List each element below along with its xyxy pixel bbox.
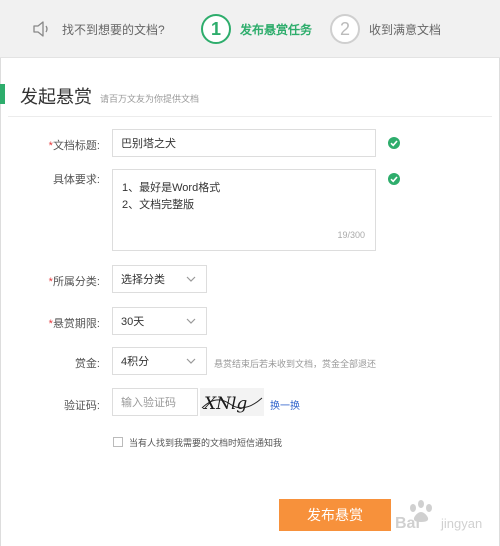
char-counter: 19/300 [337,230,365,240]
period-select[interactable]: 30天 [112,307,207,335]
chevron-down-icon [186,318,196,324]
refresh-captcha-link[interactable]: 换一换 [270,397,300,412]
step-1: 1 发布悬赏任务 [201,0,312,58]
doc-title-label: *文档标题: [48,140,100,152]
step-help[interactable]: 找不到想要的文档? [32,0,165,58]
notify-checkbox[interactable] [113,437,123,447]
step-help-label: 找不到想要的文档? [62,22,165,37]
reward-select[interactable]: 4积分 [112,347,207,375]
doc-title-input[interactable]: 巴别塔之犬 [112,129,376,157]
category-label: *所属分类: [48,276,100,288]
step-2: 2 收到满意文档 [330,0,441,58]
speaker-icon [33,21,48,37]
captcha-image[interactable]: XNlg [200,388,264,416]
reward-hint: 悬赏结束后若未收到文档，赏金全部退还 [214,359,377,369]
requirements-line-1: 1、最好是Word格式 [122,182,221,194]
svg-text:Bai: Bai [395,515,420,532]
check-icon [388,137,400,149]
chevron-down-icon [186,276,196,282]
reward-label: 赏金: [74,358,100,370]
page-subtitle: 请百万文友为你提供文档 [100,94,200,104]
step-1-number: 1 [201,14,231,44]
step-2-label: 收到满意文档 [369,22,442,37]
reward-value: 4积分 [121,356,150,368]
svg-text:jingyan: jingyan [440,516,482,531]
title-divider [8,116,492,117]
title-accent-bar [0,84,5,104]
period-value: 30天 [121,316,145,328]
requirements-textarea[interactable]: 1、最好是Word格式 2、文档完整版 19/300 [112,169,376,251]
chevron-down-icon [186,358,196,364]
category-select[interactable]: 选择分类 [112,265,207,293]
submit-button[interactable]: 发布悬赏 [279,499,391,531]
captcha-label: 验证码: [63,400,100,412]
step-1-label: 发布悬赏任务 [240,22,313,37]
requirements-label: 具体要求: [52,174,100,186]
requirements-line-2: 2、文档完整版 [122,199,195,211]
baidu-watermark-logo: Bai jingyan [395,500,482,532]
period-label: *悬赏期限: [48,318,100,330]
captcha-text: XNlg [202,394,247,414]
step-2-number: 2 [330,14,360,44]
page-title: 发起悬赏 [20,87,92,107]
check-icon [388,173,400,185]
step-bar: 找不到想要的文档? 1 发布悬赏任务 2 收到满意文档 [0,0,500,58]
notify-label: 当有人找到我需要的文档时短信通知我 [129,438,283,448]
category-value: 选择分类 [121,274,165,286]
captcha-input[interactable]: 输入验证码 [112,388,198,416]
